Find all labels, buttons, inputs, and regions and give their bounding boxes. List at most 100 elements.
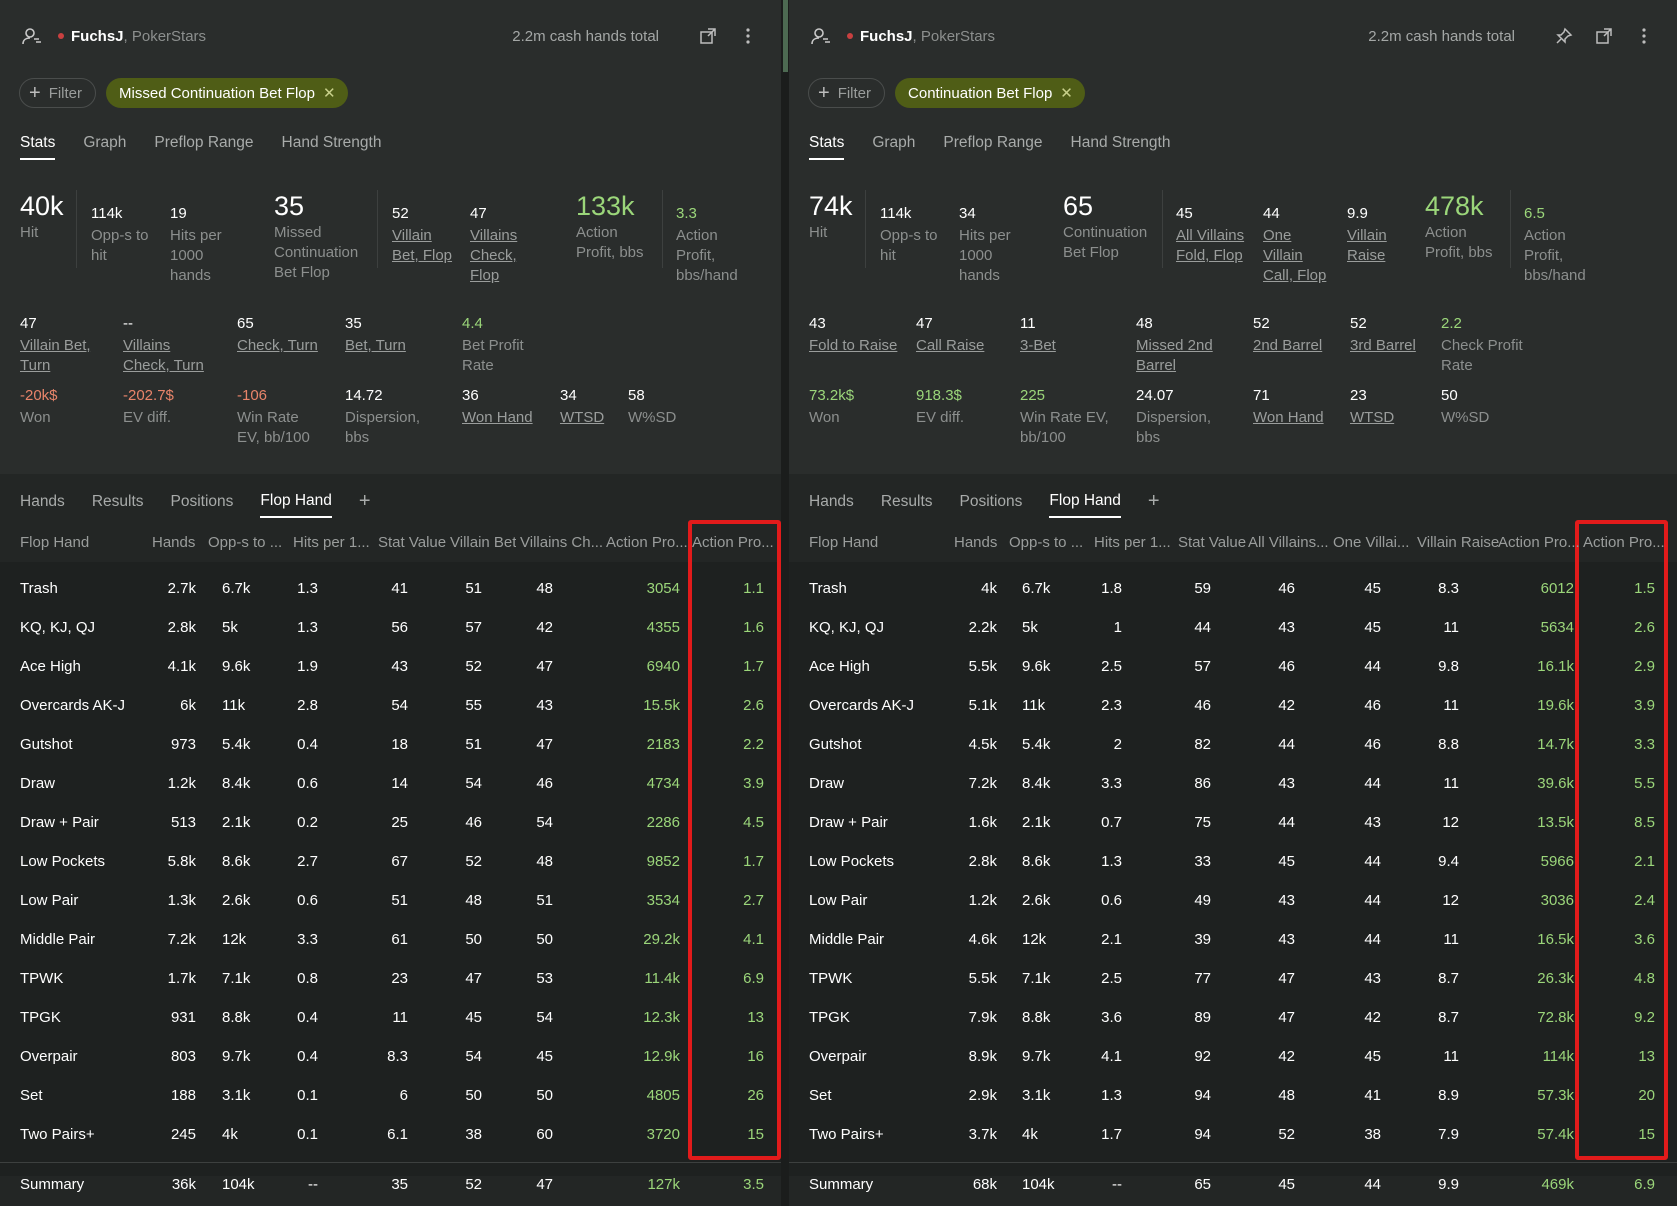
table-row[interactable]: Gutshot 4.5k 5.4k 2 82 44 46 8.8 14.7k 3.3 bbox=[789, 726, 1677, 765]
tab-stats[interactable]: Stats bbox=[20, 134, 56, 160]
tab-graph[interactable]: Graph bbox=[872, 134, 915, 160]
table-cell: 45 bbox=[536, 1048, 553, 1065]
table-row[interactable]: Ace High 4.1k 9.6k 1.9 43 52 47 6940 1.7 bbox=[0, 648, 781, 687]
table-row[interactable]: Low Pair 1.2k 2.6k 0.6 49 43 44 12 3036 2.4 bbox=[789, 882, 1677, 921]
tab-results[interactable]: Results bbox=[881, 493, 933, 517]
summary-row[interactable]: Summary 68k 104k -- 65 45 44 9.9 469k 6.9 bbox=[789, 1166, 1677, 1205]
column-header[interactable]: Opp-s to ... bbox=[1009, 534, 1083, 551]
popout-icon[interactable] bbox=[697, 25, 719, 47]
table-row[interactable]: Low Pockets 2.8k 8.6k 1.3 33 45 44 9.4 5966 2.1 bbox=[789, 843, 1677, 882]
table-row[interactable]: Ace High 5.5k 9.6k 2.5 57 46 44 9.8 16.1k 2.9 bbox=[789, 648, 1677, 687]
table-cell: 5k bbox=[1022, 619, 1038, 636]
tab-hands[interactable]: Hands bbox=[809, 493, 854, 517]
column-header[interactable]: Hands bbox=[954, 534, 997, 551]
table-row[interactable]: TPGK 931 8.8k 0.4 11 45 54 12.3k 13 bbox=[0, 999, 781, 1038]
table-row[interactable]: Trash 4k 6.7k 1.8 59 46 45 8.3 6012 1.5 bbox=[789, 570, 1677, 609]
column-header[interactable]: Action Pro... bbox=[692, 534, 774, 551]
summary-row[interactable]: Summary 36k 104k -- 35 52 47 127k 3.5 bbox=[0, 1166, 781, 1205]
column-header[interactable]: Stat Value bbox=[1178, 534, 1246, 551]
table-cell: 51 bbox=[391, 892, 408, 909]
tab-positions[interactable]: Positions bbox=[960, 493, 1023, 517]
tab-flop-hand[interactable]: Flop Hand bbox=[260, 492, 332, 518]
table-row[interactable]: Low Pair 1.3k 2.6k 0.6 51 48 51 3534 2.7 bbox=[0, 882, 781, 921]
table-cell: 42 bbox=[1278, 1048, 1295, 1065]
table-row[interactable]: Two Pairs+ 245 4k 0.1 6.1 38 60 3720 15 bbox=[0, 1116, 781, 1155]
column-header[interactable]: Villain Bet bbox=[450, 534, 516, 551]
column-header[interactable]: Stat Value bbox=[378, 534, 446, 551]
table-row[interactable]: TPGK 7.9k 8.8k 3.6 89 47 42 8.7 72.8k 9.2 bbox=[789, 999, 1677, 1038]
add-tab-icon[interactable]: + bbox=[1148, 490, 1160, 519]
column-header[interactable]: Action Pro... bbox=[1583, 534, 1665, 551]
table-row[interactable]: Overpair 803 9.7k 0.4 8.3 54 45 12.9k 16 bbox=[0, 1038, 781, 1077]
more-vert-icon[interactable] bbox=[737, 25, 759, 47]
table-row[interactable]: Set 188 3.1k 0.1 6 50 50 4805 26 bbox=[0, 1077, 781, 1116]
user-settings-icon[interactable] bbox=[811, 26, 831, 46]
popout-icon[interactable] bbox=[1593, 25, 1615, 47]
player-name[interactable]: FuchsJ bbox=[71, 28, 124, 45]
user-settings-icon[interactable] bbox=[22, 26, 42, 46]
table-row[interactable]: Two Pairs+ 3.7k 4k 1.7 94 52 38 7.9 57.4k 15 bbox=[789, 1116, 1677, 1155]
panel-divider[interactable] bbox=[781, 0, 789, 1206]
column-header[interactable]: Hits per 1... bbox=[1094, 534, 1171, 551]
table-row[interactable]: Middle Pair 7.2k 12k 3.3 61 50 50 29.2k 4.1 bbox=[0, 921, 781, 960]
table-row[interactable]: Set 2.9k 3.1k 1.3 94 48 41 8.9 57.3k 20 bbox=[789, 1077, 1677, 1116]
tab-graph[interactable]: Graph bbox=[83, 134, 126, 160]
add-tab-icon[interactable]: + bbox=[359, 490, 371, 519]
add-filter-button[interactable]: + Filter bbox=[19, 78, 97, 108]
table-cell: -- bbox=[308, 1176, 318, 1193]
player-name[interactable]: FuchsJ bbox=[860, 28, 913, 45]
tab-preflop-range[interactable]: Preflop Range bbox=[943, 134, 1042, 160]
table-cell: 44 bbox=[1194, 619, 1211, 636]
chip-label: Missed Continuation Bet Flop bbox=[119, 84, 315, 102]
tab-preflop-range[interactable]: Preflop Range bbox=[154, 134, 253, 160]
table-row[interactable]: KQ, KJ, QJ 2.8k 5k 1.3 56 57 42 4355 1.6 bbox=[0, 609, 781, 648]
table-row[interactable]: Draw 1.2k 8.4k 0.6 14 54 46 4734 3.9 bbox=[0, 765, 781, 804]
tab-hands[interactable]: Hands bbox=[20, 493, 65, 517]
tab-stats[interactable]: Stats bbox=[809, 134, 845, 160]
close-icon[interactable]: ✕ bbox=[323, 84, 336, 102]
table-cell: 77 bbox=[1194, 970, 1211, 987]
table-row[interactable]: Draw + Pair 513 2.1k 0.2 25 46 54 2286 4.5 bbox=[0, 804, 781, 843]
column-header[interactable]: Opp-s to ... bbox=[208, 534, 282, 551]
filter-chip[interactable]: Continuation Bet Flop ✕ bbox=[895, 78, 1085, 108]
column-header[interactable]: Action Pro... bbox=[1498, 534, 1580, 551]
table-cell: 45 bbox=[1278, 853, 1295, 870]
pin-icon[interactable] bbox=[1553, 25, 1575, 47]
tab-results[interactable]: Results bbox=[92, 493, 144, 517]
more-vert-icon[interactable] bbox=[1633, 25, 1655, 47]
tab-hand-strength[interactable]: Hand Strength bbox=[282, 134, 382, 160]
column-header[interactable]: Villain Raise bbox=[1417, 534, 1499, 551]
table-row[interactable]: Trash 2.7k 6.7k 1.3 41 51 48 3054 1.1 bbox=[0, 570, 781, 609]
column-header[interactable]: Flop Hand bbox=[809, 534, 878, 551]
table-row[interactable]: TPWK 5.5k 7.1k 2.5 77 47 43 8.7 26.3k 4.8 bbox=[789, 960, 1677, 999]
column-header[interactable]: One Villai... bbox=[1333, 534, 1409, 551]
table-cell: 45 bbox=[1364, 580, 1381, 597]
filter-chip[interactable]: Missed Continuation Bet Flop ✕ bbox=[106, 78, 348, 108]
table-row[interactable]: TPWK 1.7k 7.1k 0.8 23 47 53 11.4k 6.9 bbox=[0, 960, 781, 999]
column-header[interactable]: Hits per 1... bbox=[293, 534, 370, 551]
add-filter-button[interactable]: + Filter bbox=[808, 78, 886, 108]
table-row[interactable]: Overcards AK-J 5.1k 11k 2.3 46 42 46 11 19.6k 3.9 bbox=[789, 687, 1677, 726]
column-header[interactable]: Villains Ch... bbox=[520, 534, 603, 551]
column-header[interactable]: All Villains... bbox=[1248, 534, 1329, 551]
table-row[interactable]: Overpair 8.9k 9.7k 4.1 92 42 45 11 114k 13 bbox=[789, 1038, 1677, 1077]
column-header[interactable]: Action Pro... bbox=[606, 534, 688, 551]
table-row[interactable]: Middle Pair 4.6k 12k 2.1 39 43 44 11 16.5k 3.6 bbox=[789, 921, 1677, 960]
tab-flop-hand[interactable]: Flop Hand bbox=[1049, 492, 1121, 518]
table-cell: 2.8k bbox=[167, 619, 196, 636]
tab-hand-strength[interactable]: Hand Strength bbox=[1071, 134, 1171, 160]
table-cell: 48 bbox=[536, 580, 553, 597]
table-row[interactable]: Low Pockets 5.8k 8.6k 2.7 67 52 48 9852 1.7 bbox=[0, 843, 781, 882]
row-label: Overpair bbox=[20, 1048, 78, 1065]
table-cell: -- bbox=[1112, 1176, 1122, 1193]
table-row[interactable]: Gutshot 973 5.4k 0.4 18 51 47 2183 2.2 bbox=[0, 726, 781, 765]
table-row[interactable]: Draw 7.2k 8.4k 3.3 86 43 44 11 39.6k 5.5 bbox=[789, 765, 1677, 804]
close-icon[interactable]: ✕ bbox=[1060, 84, 1073, 102]
table-row[interactable]: KQ, KJ, QJ 2.2k 5k 1 44 43 45 11 5634 2.6 bbox=[789, 609, 1677, 648]
table-row[interactable]: Draw + Pair 1.6k 2.1k 0.7 75 44 43 12 13.5k 8.5 bbox=[789, 804, 1677, 843]
column-header[interactable]: Hands bbox=[152, 534, 195, 551]
column-header[interactable]: Flop Hand bbox=[20, 534, 89, 551]
table-row[interactable]: Overcards AK-J 6k 11k 2.8 54 55 43 15.5k 2.6 bbox=[0, 687, 781, 726]
table-cell: 47 bbox=[1278, 970, 1295, 987]
tab-positions[interactable]: Positions bbox=[171, 493, 234, 517]
